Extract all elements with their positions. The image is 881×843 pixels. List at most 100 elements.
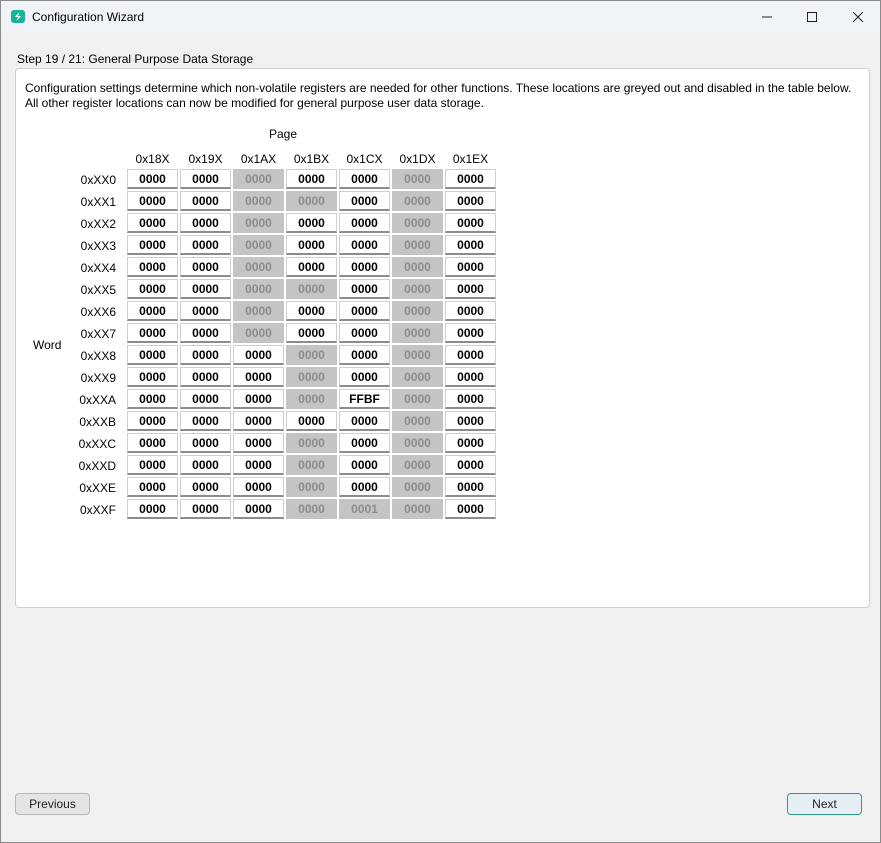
window-title: Configuration Wizard — [32, 10, 145, 24]
register-cell[interactable]: 0000 — [127, 367, 178, 387]
register-cell-disabled: 0000 — [286, 455, 337, 475]
previous-button[interactable]: Previous — [15, 793, 90, 815]
register-cell[interactable]: 0000 — [339, 411, 390, 431]
register-cell[interactable]: 0000 — [127, 345, 178, 365]
register-cell[interactable]: 0000 — [445, 455, 496, 475]
register-cell-disabled: 0000 — [286, 345, 337, 365]
register-cell[interactable]: 0000 — [180, 389, 231, 409]
register-cell[interactable]: 0000 — [286, 257, 337, 277]
register-cell[interactable]: 0000 — [127, 323, 178, 343]
configuration-wizard-window: Configuration Wizard Step 19 / 21: Gener… — [0, 0, 881, 843]
register-cell[interactable]: 0000 — [339, 257, 390, 277]
register-cell[interactable]: 0000 — [233, 477, 284, 497]
next-button[interactable]: Next — [787, 793, 862, 815]
register-cell[interactable]: 0000 — [233, 345, 284, 365]
register-cell[interactable]: 0000 — [180, 477, 231, 497]
column-header: 0x19X — [188, 152, 223, 166]
minimize-button[interactable] — [744, 1, 790, 32]
register-cell[interactable]: 0000 — [127, 169, 178, 189]
register-cell[interactable]: 0000 — [233, 455, 284, 475]
register-cell[interactable]: 0000 — [233, 411, 284, 431]
register-cell[interactable]: 0000 — [233, 433, 284, 453]
minimize-icon — [762, 12, 772, 22]
register-cell[interactable]: 0000 — [445, 191, 496, 211]
close-button[interactable] — [835, 1, 881, 32]
register-cell[interactable]: 0000 — [445, 323, 496, 343]
register-cell[interactable]: 0000 — [339, 367, 390, 387]
register-cell[interactable]: 0000 — [127, 213, 178, 233]
register-cell-disabled: 0000 — [233, 169, 284, 189]
register-cell[interactable]: 0000 — [233, 367, 284, 387]
register-cell[interactable]: 0000 — [339, 191, 390, 211]
register-cell[interactable]: 0000 — [286, 213, 337, 233]
register-cell[interactable]: 0000 — [339, 455, 390, 475]
register-cell[interactable]: 0000 — [180, 323, 231, 343]
register-cell[interactable]: 0000 — [180, 191, 231, 211]
register-cell[interactable]: 0000 — [127, 235, 178, 255]
register-cell[interactable]: 0000 — [180, 367, 231, 387]
register-cell[interactable]: 0000 — [445, 213, 496, 233]
register-cell[interactable]: 0000 — [445, 499, 496, 519]
register-cell[interactable]: 0000 — [445, 367, 496, 387]
register-cell[interactable]: 0000 — [339, 169, 390, 189]
register-cell[interactable]: 0000 — [445, 411, 496, 431]
register-cell[interactable]: 0000 — [127, 389, 178, 409]
row-header: 0xXXA — [79, 393, 116, 407]
register-cell[interactable]: 0000 — [127, 191, 178, 211]
register-cell[interactable]: 0000 — [339, 477, 390, 497]
register-cell[interactable]: 0000 — [445, 345, 496, 365]
register-cell[interactable]: 0000 — [127, 279, 178, 299]
register-cell[interactable]: 0000 — [127, 301, 178, 321]
register-cell[interactable]: 0000 — [445, 389, 496, 409]
register-cell-disabled: 0000 — [233, 213, 284, 233]
register-cell[interactable]: 0000 — [445, 169, 496, 189]
register-cell[interactable]: 0000 — [445, 477, 496, 497]
register-cell[interactable]: 0000 — [127, 499, 178, 519]
title-bar[interactable]: Configuration Wizard — [1, 1, 880, 32]
register-cell[interactable]: 0000 — [127, 257, 178, 277]
register-cell[interactable]: 0000 — [180, 345, 231, 365]
register-cell[interactable]: 0000 — [286, 323, 337, 343]
register-cell[interactable]: 0000 — [339, 213, 390, 233]
maximize-button[interactable] — [789, 1, 835, 32]
register-cell[interactable]: 0000 — [339, 345, 390, 365]
row-header: 0xXXD — [78, 459, 116, 473]
register-cell[interactable]: 0000 — [286, 169, 337, 189]
row-header: 0xXXF — [79, 503, 116, 517]
register-cell[interactable]: 0000 — [445, 235, 496, 255]
register-cell[interactable]: 0000 — [233, 499, 284, 519]
register-cell-disabled: 0000 — [233, 323, 284, 343]
register-cell[interactable]: 0000 — [339, 301, 390, 321]
register-cell[interactable]: 0000 — [180, 455, 231, 475]
register-cell[interactable]: 0000 — [180, 301, 231, 321]
register-cell[interactable]: 0000 — [445, 279, 496, 299]
register-cell[interactable]: 0000 — [445, 301, 496, 321]
register-cell[interactable]: 0000 — [180, 169, 231, 189]
register-cell[interactable]: FFBF — [339, 389, 390, 409]
register-cell[interactable]: 0000 — [445, 433, 496, 453]
row-header: 0xXX7 — [80, 327, 116, 341]
register-cell[interactable]: 0000 — [233, 389, 284, 409]
register-cell[interactable]: 0000 — [445, 257, 496, 277]
column-header: 0x1BX — [293, 152, 330, 166]
register-cell[interactable]: 0000 — [180, 235, 231, 255]
register-cell-disabled: 0000 — [392, 301, 443, 321]
register-cell-disabled: 0000 — [233, 301, 284, 321]
register-cell[interactable]: 0000 — [127, 455, 178, 475]
register-cell[interactable]: 0000 — [127, 411, 178, 431]
register-cell[interactable]: 0000 — [180, 433, 231, 453]
register-cell[interactable]: 0000 — [180, 411, 231, 431]
register-cell[interactable]: 0000 — [286, 411, 337, 431]
register-cell[interactable]: 0000 — [339, 323, 390, 343]
register-cell[interactable]: 0000 — [180, 499, 231, 519]
register-cell[interactable]: 0000 — [180, 213, 231, 233]
register-cell[interactable]: 0000 — [339, 279, 390, 299]
register-cell[interactable]: 0000 — [286, 235, 337, 255]
register-cell[interactable]: 0000 — [339, 235, 390, 255]
register-cell[interactable]: 0000 — [286, 301, 337, 321]
register-cell[interactable]: 0000 — [339, 433, 390, 453]
register-cell[interactable]: 0000 — [180, 257, 231, 277]
register-cell[interactable]: 0000 — [127, 477, 178, 497]
register-cell[interactable]: 0000 — [127, 433, 178, 453]
register-cell[interactable]: 0000 — [180, 279, 231, 299]
